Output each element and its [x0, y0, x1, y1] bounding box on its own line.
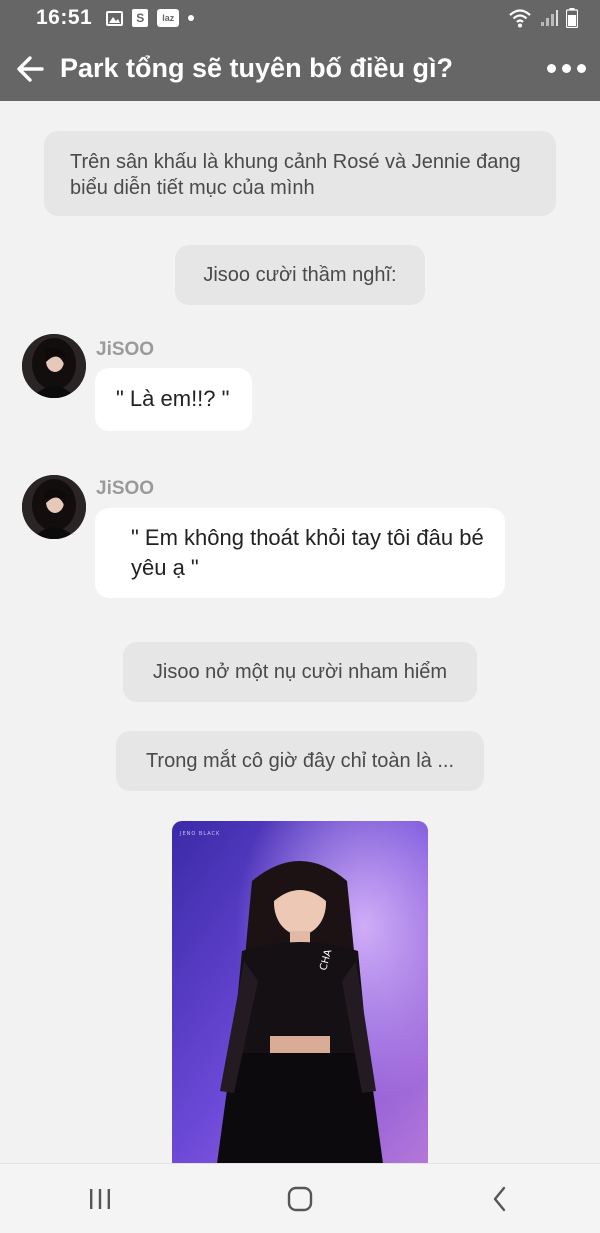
story-image[interactable]: CHA JENO BLACK: [172, 821, 428, 1163]
lazada-icon: laz: [157, 9, 180, 27]
status-system-icons: [508, 8, 578, 28]
chat-bubble: " Em không thoát khỏi tay tôi đâu bé yêu…: [95, 508, 505, 598]
story-title: Park tổng sẽ tuyên bố điều gì?: [60, 53, 454, 83]
jennie-stage-photo: CHA JENO BLACK: [172, 821, 428, 1163]
sender-name: JiSOO: [96, 478, 155, 499]
system-nav-bar: [0, 1163, 600, 1233]
narration-bubble: Trong mắt cô giờ đây chỉ toàn là ...: [116, 731, 484, 791]
more-options-button[interactable]: [547, 54, 586, 83]
narration-text: Trên sân khấu là khung cảnh Rosé và Jenn…: [70, 151, 521, 199]
home-icon: [287, 1186, 313, 1211]
avatar[interactable]: [22, 475, 86, 539]
status-time: 16:51: [36, 6, 93, 29]
gallery-icon: [106, 10, 124, 26]
recent-apps-icon: [90, 1188, 110, 1209]
image-caption: JENO BLACK: [179, 831, 220, 837]
jisoo-avatar-image: [22, 334, 86, 398]
chat-thread[interactable]: Trên sân khấu là khung cảnh Rosé và Jenn…: [0, 101, 600, 1163]
back-arrow-icon: [17, 55, 44, 82]
status-notification-icons: S laz: [106, 9, 195, 27]
dot-icon: [188, 15, 195, 21]
message-text: " Là em!!? ": [116, 386, 230, 411]
wifi-icon: [509, 9, 531, 28]
home-button[interactable]: [270, 1174, 330, 1224]
jisoo-avatar-image: [22, 475, 86, 539]
narration-bubble: Jisoo nở một nụ cười nham hiểm: [123, 642, 477, 702]
sender-name: JiSOO: [96, 339, 155, 360]
status-bar: 16:51 S laz: [0, 0, 600, 36]
message-text: " Em không thoát khỏi tay tôi đâu bé yêu…: [131, 525, 484, 580]
back-button[interactable]: [5, 44, 55, 94]
shopee-icon: S: [132, 9, 149, 27]
narration-bubble: Jisoo cười thầm nghĩ:: [175, 245, 425, 305]
chat-bubble: " Là em!!? ": [95, 368, 252, 431]
narration-text: Jisoo nở một nụ cười nham hiểm: [152, 661, 448, 683]
app-header: Park tổng sẽ tuyên bố điều gì?: [0, 36, 600, 101]
avatar[interactable]: [22, 334, 86, 398]
narration-text: Trong mắt cô giờ đây chỉ toàn là ...: [145, 750, 455, 772]
narration-text: Jisoo cười thầm nghĩ:: [203, 264, 397, 286]
more-options-icon: [547, 64, 556, 73]
signal-icon: [541, 10, 558, 26]
recent-apps-button[interactable]: [70, 1174, 130, 1224]
battery-icon: [566, 8, 578, 28]
back-icon: [493, 1186, 506, 1211]
nav-back-button[interactable]: [470, 1174, 530, 1224]
narration-bubble: Trên sân khấu là khung cảnh Rosé và Jenn…: [44, 131, 556, 216]
